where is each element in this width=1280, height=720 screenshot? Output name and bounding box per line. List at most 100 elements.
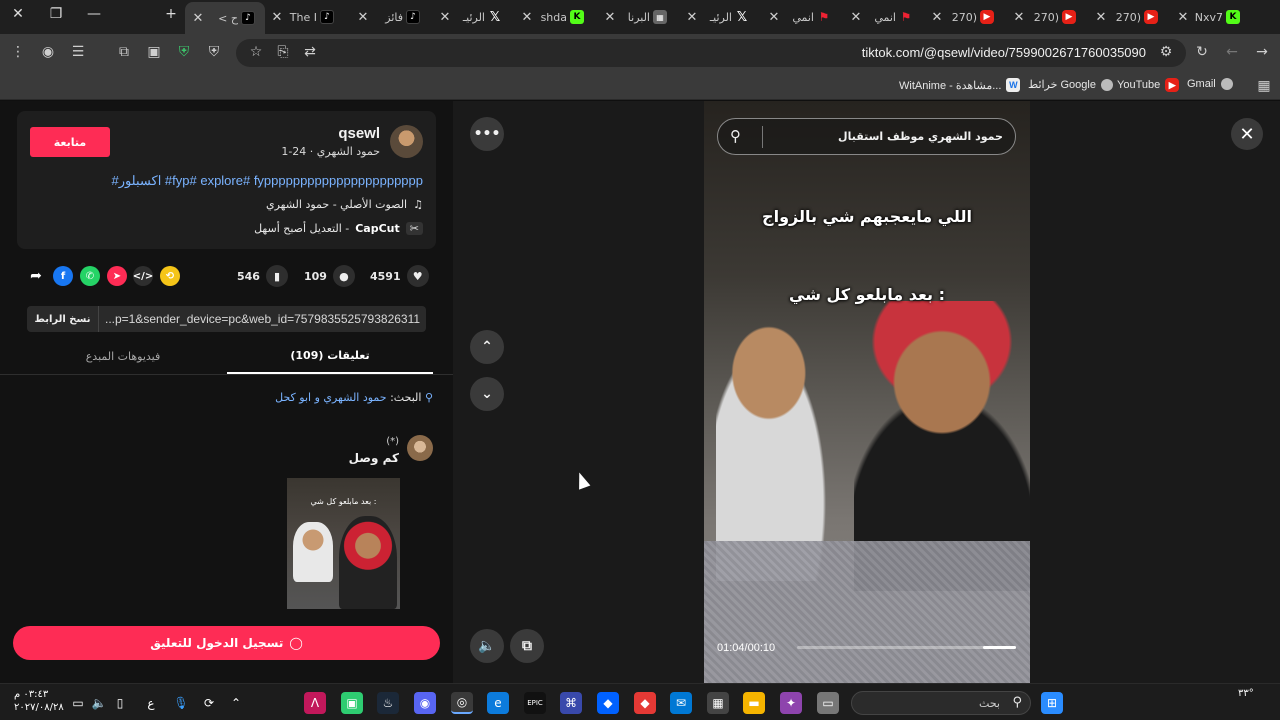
tab-active[interactable]: ✕ ح > ♪ xyxy=(185,2,265,34)
language-indicator[interactable]: ع xyxy=(140,692,162,714)
progress-bar[interactable] xyxy=(797,646,1016,649)
new-tab-icon[interactable]: + xyxy=(159,6,183,22)
heart-icon[interactable]: ♥ xyxy=(406,265,429,287)
follow-button[interactable]: متابعة xyxy=(30,127,110,157)
battery-icon[interactable]: ▭ xyxy=(67,692,89,714)
close-tab-icon[interactable]: ✕ xyxy=(191,11,205,26)
shield-green-icon[interactable]: ⛨ xyxy=(174,44,194,60)
link-text[interactable]: ...p=1&sender_device=pc&web_id=757983552… xyxy=(105,312,420,326)
outlook-icon[interactable]: ✉ xyxy=(670,692,692,714)
site-settings-icon[interactable]: ⚙ xyxy=(1156,44,1176,60)
dropbox-icon[interactable]: ◆ xyxy=(597,692,619,714)
tab[interactable]: ✕ انمي ⚑ xyxy=(767,4,843,30)
close-tab-icon[interactable]: ✕ xyxy=(930,10,944,25)
close-tab-icon[interactable]: ✕ xyxy=(520,10,534,25)
app-blue-icon[interactable]: ⌘ xyxy=(560,692,582,714)
comment-stat[interactable]: 109 ● xyxy=(304,265,355,287)
next-video-button[interactable]: ⌄ xyxy=(470,377,504,411)
tab-comments[interactable]: (109) تعليقات xyxy=(227,339,433,374)
copilot-icon[interactable]: ✦ xyxy=(780,692,802,714)
close-window-icon[interactable]: ✕ xyxy=(6,6,30,22)
capcut-line[interactable]: التعديل أصبح أسهل - CapCut ✂ xyxy=(254,222,423,235)
bookmark-gmail[interactable]: Gmail xyxy=(1187,78,1233,90)
app-a-icon[interactable]: Λ xyxy=(304,692,326,714)
window-icon[interactable]: ▭ xyxy=(817,692,839,714)
picture-in-picture-button[interactable]: ⧉ xyxy=(510,629,544,663)
tab[interactable]: ✕ انمي ⚑ xyxy=(849,4,925,30)
repost-icon[interactable]: ⟲ xyxy=(160,266,180,286)
hashtags[interactable]: #اكسبلور #fyp# explore# fypppppppppppppp… xyxy=(111,173,423,189)
chrome-icon[interactable]: ◎ xyxy=(451,692,473,714)
menu-icon[interactable]: ⋮ xyxy=(8,44,28,60)
windows-start-icon[interactable]: ⊞ xyxy=(1041,692,1063,714)
edge-icon[interactable]: e xyxy=(487,692,509,714)
close-player-button[interactable]: ✕ xyxy=(1231,118,1263,150)
back-icon[interactable]: ← xyxy=(1222,44,1242,60)
embed-icon[interactable]: </> xyxy=(133,266,153,286)
save-stat[interactable]: 546 ▮ xyxy=(237,265,288,287)
previous-video-button[interactable]: ⌃ xyxy=(470,330,504,364)
translate-icon[interactable]: ⇄ xyxy=(300,44,320,60)
close-tab-icon[interactable]: ✕ xyxy=(1012,10,1026,25)
avatar[interactable] xyxy=(390,125,423,158)
shield-icon[interactable]: ⛨ xyxy=(204,44,224,60)
tab[interactable]: ✕ الرئيـ 𝕏 xyxy=(685,4,761,30)
send-icon[interactable]: ➤ xyxy=(107,266,127,286)
bookmark-star-icon[interactable]: ☆ xyxy=(246,44,266,60)
epic-games-icon[interactable]: EPIC xyxy=(524,692,546,714)
taskbar-search[interactable]: بحث ⚲ xyxy=(851,691,1031,715)
share-icon[interactable]: ⎘ xyxy=(273,44,293,60)
more-options-button[interactable]: ••• xyxy=(470,117,504,151)
bookmark-icon[interactable]: ▮ xyxy=(265,265,288,287)
username[interactable]: qsewl xyxy=(338,125,380,142)
microphone-icon[interactable]: 🎙 xyxy=(170,692,192,714)
close-tab-icon[interactable]: ✕ xyxy=(849,10,863,25)
close-tab-icon[interactable]: ✕ xyxy=(685,10,699,25)
close-tab-icon[interactable]: ✕ xyxy=(356,10,370,25)
weather-temperature[interactable]: ٣٣° xyxy=(1238,688,1254,699)
share-arrow-icon[interactable]: ➦ xyxy=(26,266,46,286)
tab[interactable]: ✕ (270 ▶ xyxy=(1094,4,1170,30)
apps-icon[interactable]: ▦ xyxy=(1254,78,1274,94)
tab[interactable]: ✕ Nxv7 K xyxy=(1176,4,1252,30)
extension-icon[interactable]: ◉ xyxy=(38,44,58,60)
app-chat-icon[interactable]: ▣ xyxy=(341,692,363,714)
steam-icon[interactable]: ♨ xyxy=(377,692,399,714)
bookmark-witanime[interactable]: WitAnime - مشاهدة... W xyxy=(899,78,1021,92)
file-explorer-icon[interactable]: ▬ xyxy=(743,692,765,714)
store-icon[interactable]: ▦ xyxy=(707,692,729,714)
chevron-up-icon[interactable]: ⌃ xyxy=(225,692,247,714)
close-tab-icon[interactable]: ✕ xyxy=(438,10,452,25)
video-player[interactable]: حمود الشهري موظف استقبال ⚲ اللي مايعجبهم… xyxy=(704,101,1030,683)
close-tab-icon[interactable]: ✕ xyxy=(1094,10,1108,25)
clock[interactable]: ٠٣:٤٣ م ٢٠٢٧/٠٨/٢٨ xyxy=(14,688,64,714)
volume-button[interactable]: 🔈 xyxy=(470,629,504,663)
forward-icon[interactable]: → xyxy=(1252,44,1272,60)
url-text[interactable]: tiktok.com/@qsewl/video/7599002671760035… xyxy=(862,45,1146,60)
close-tab-icon[interactable]: ✕ xyxy=(1176,10,1190,25)
comment-avatar[interactable] xyxy=(407,435,433,461)
restore-window-icon[interactable]: ❐ xyxy=(44,6,68,22)
speaker-icon[interactable]: 🔈 xyxy=(88,692,110,714)
network-icon[interactable]: ▯ xyxy=(109,692,131,714)
bookmark-youtube[interactable]: YouTube ▶ xyxy=(1117,78,1180,92)
tab[interactable]: ✕ الرئيـ 𝕏 xyxy=(438,4,514,30)
discord-icon[interactable]: ◉ xyxy=(414,692,436,714)
search-icon[interactable]: ⚲ xyxy=(730,127,741,145)
tab[interactable]: ✕ فائز ♪ xyxy=(356,4,432,30)
comment-video-thumbnail[interactable]: بعد مابلعو كل شي : xyxy=(287,478,400,609)
puzzle-icon[interactable]: ⧉ xyxy=(114,44,134,60)
close-tab-icon[interactable]: ✕ xyxy=(270,10,284,25)
app-icon[interactable]: ▣ xyxy=(144,44,164,60)
tab-creator-videos[interactable]: فيديوهات المبدع xyxy=(20,339,226,374)
comment-author[interactable]: (*) xyxy=(386,436,399,447)
copy-link-button[interactable]: نسخ الرابط xyxy=(27,306,99,332)
facebook-icon[interactable]: f xyxy=(53,266,73,286)
like-stat[interactable]: 4591 ♥ xyxy=(370,265,429,287)
bookmark-maps[interactable]: خرائط Google xyxy=(1028,78,1113,91)
tab[interactable]: ✕ shda K xyxy=(520,4,596,30)
app-red-icon[interactable]: ◆ xyxy=(634,692,656,714)
music-line[interactable]: الصوت الأصلي - حمود الشهري ♫ xyxy=(266,198,423,211)
omnibox[interactable]: ☆ ⎘ ⇄ tiktok.com/@qsewl/video/7599002671… xyxy=(236,39,1186,67)
video-search-bar[interactable]: حمود الشهري موظف استقبال ⚲ xyxy=(717,118,1016,155)
